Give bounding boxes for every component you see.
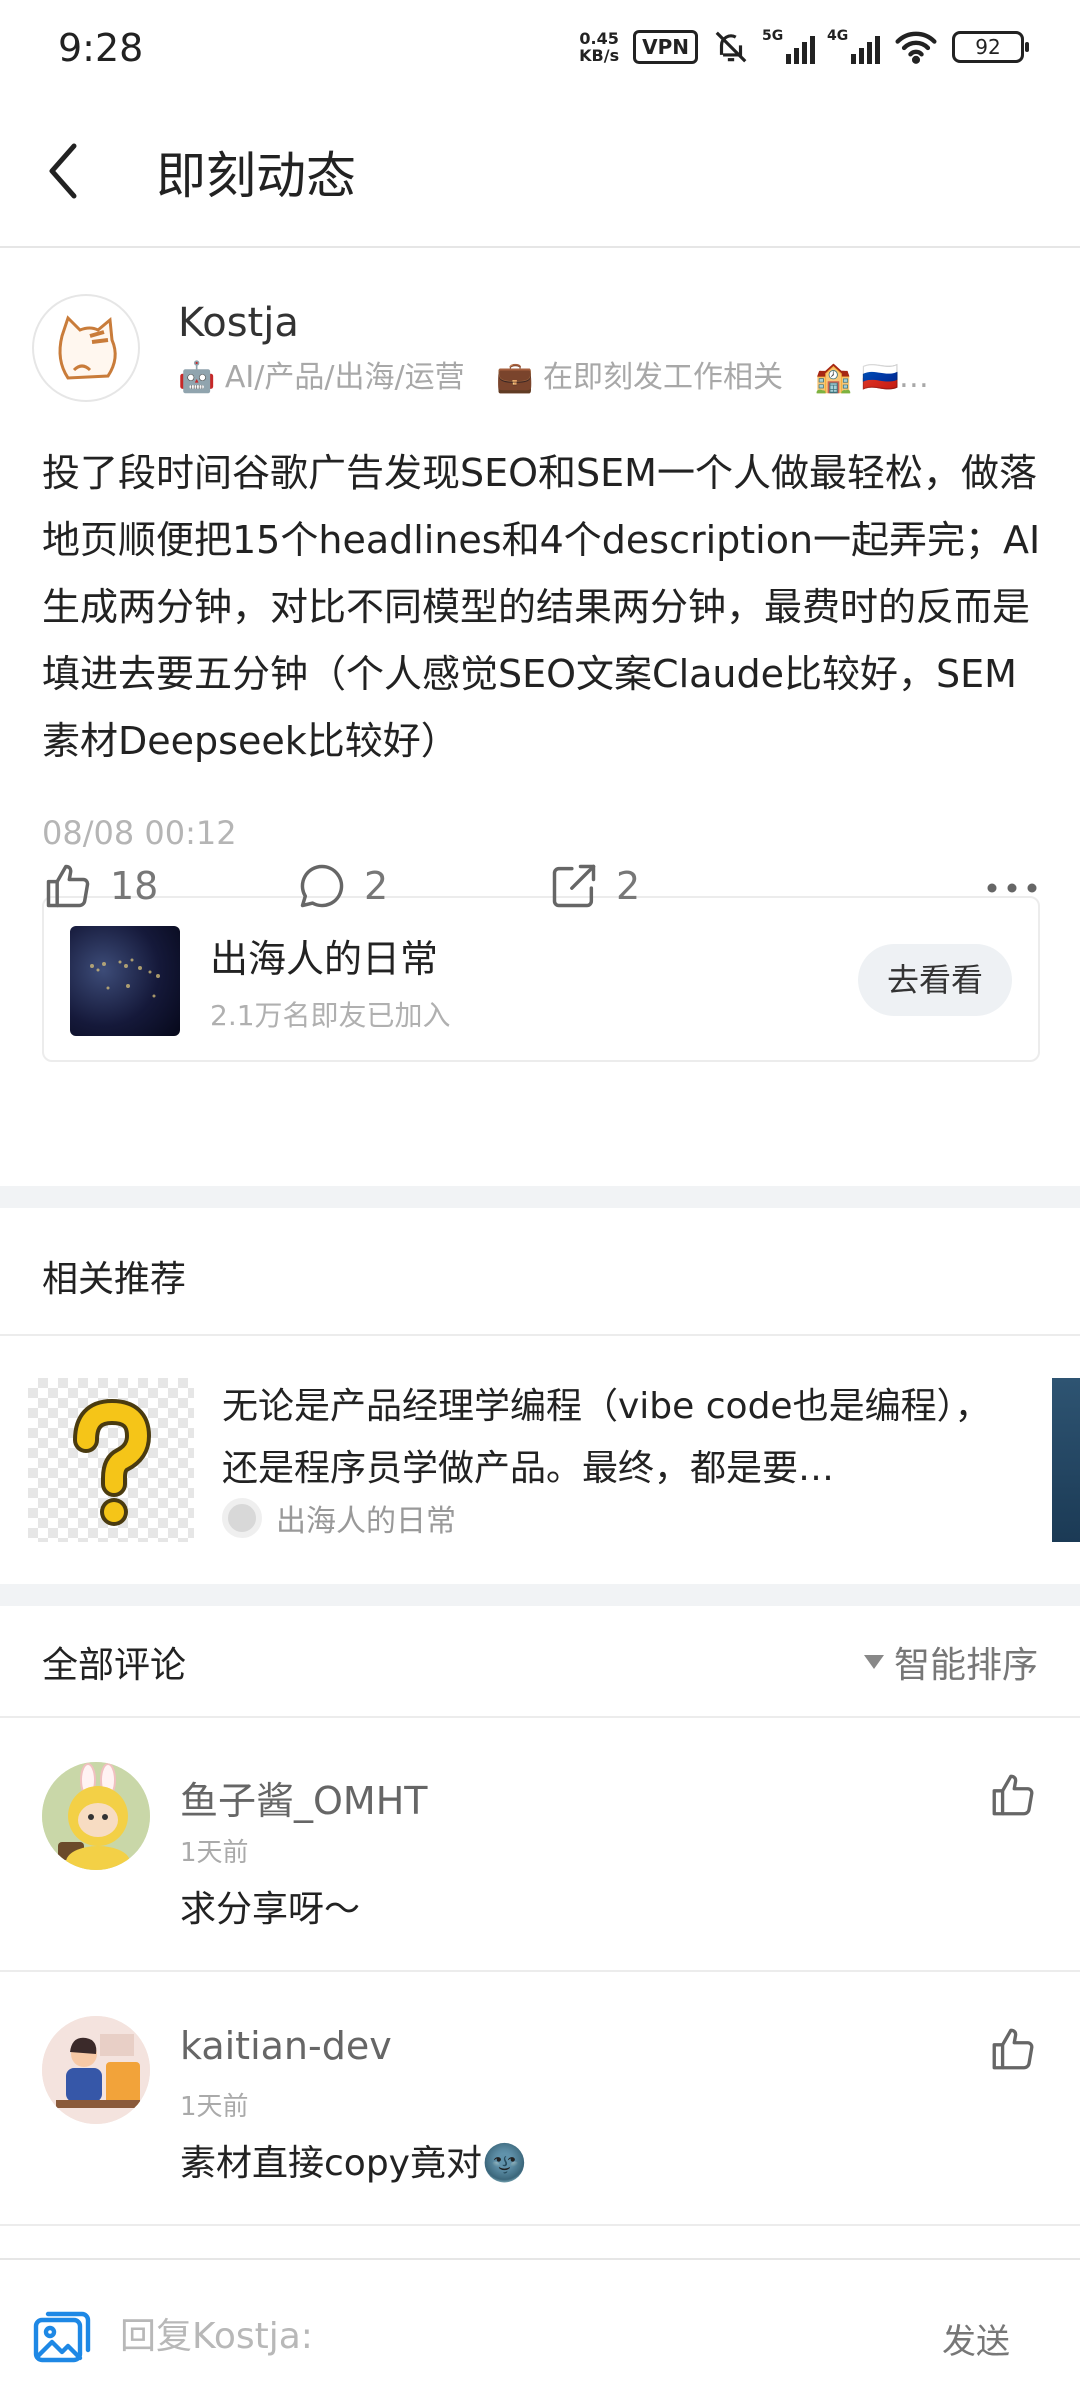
reply-bar: 发送 <box>0 2258 1080 2400</box>
share-icon <box>552 864 596 908</box>
signal-4g-icon: 4G <box>827 28 880 64</box>
commenter-avatar[interactable] <box>42 1762 150 1870</box>
comment-like-icon[interactable] <box>988 1770 1038 1820</box>
mute-bell-icon <box>715 31 747 63</box>
related-thumbnail[interactable] <box>28 1378 194 1542</box>
like-count: 18 <box>110 864 159 908</box>
post-timestamp: 08/08 00:12 <box>42 814 237 852</box>
page-title: 即刻动态 <box>156 147 356 205</box>
reply-input[interactable] <box>120 2296 880 2376</box>
caret-down-icon <box>863 1655 884 1669</box>
share-button[interactable]: 2 <box>548 860 640 912</box>
comment-text: 求分享呀～ <box>180 1889 361 1930</box>
question-mark-icon <box>73 1398 152 1526</box>
comment-count: 2 <box>364 864 389 908</box>
send-button[interactable]: 发送 <box>942 2314 1010 2363</box>
author-tag: 💼 在即刻发工作相关 <box>496 360 784 395</box>
circle-thumbnail <box>70 926 180 1036</box>
author-avatar[interactable] <box>32 294 140 402</box>
source-avatar <box>222 1498 262 1538</box>
related-section-title: 相关推荐 <box>42 1259 187 1300</box>
divider <box>0 2224 1080 2226</box>
comment-text: 素材直接copy竟对🌚 <box>180 2143 527 2184</box>
comment-like-icon[interactable] <box>988 2024 1038 2074</box>
teletubby-avatar-icon <box>42 1762 150 1870</box>
related-next-thumbnail[interactable] <box>1052 1378 1080 1542</box>
sort-dropdown[interactable]: 智能排序 <box>863 1636 1038 1688</box>
image-picker-icon[interactable] <box>32 2308 92 2364</box>
status-bar: 9:28 0.45 KB/s VPN 5G 4G 92 <box>0 0 1080 100</box>
section-separator <box>0 1584 1080 1606</box>
back-arrow-icon[interactable] <box>38 136 98 206</box>
author-tag: 🤖 AI/产品/出海/运营 <box>178 360 465 395</box>
world-map-icon <box>90 958 160 998</box>
section-separator <box>0 1186 1080 1208</box>
comment-bubble-icon <box>300 864 344 908</box>
network-speed: 0.45 KB/s <box>579 29 620 65</box>
commenter-name[interactable]: kaitian-dev <box>180 2024 392 2068</box>
divider <box>0 1716 1080 1718</box>
related-item-text[interactable]: 无论是产品经理学编程（vibe code也是编程），还是程序员学做产品。最终，都… <box>222 1376 1012 1500</box>
comment-time: 1天前 <box>180 2092 249 2122</box>
signal-5g-icon: 5G <box>762 28 815 64</box>
comments-title: 全部评论 <box>42 1645 187 1686</box>
status-icons: 0.45 KB/s VPN 5G 4G 92 <box>579 28 1029 66</box>
more-options-icon[interactable] <box>986 878 1038 898</box>
divider <box>0 1334 1080 1336</box>
status-time: 9:28 <box>58 26 144 70</box>
like-button[interactable]: 18 <box>42 860 158 912</box>
author-tags: 🤖 AI/产品/出海/运营 💼 在即刻发工作相关 🏫 🇷🇺… <box>178 352 1018 396</box>
related-source[interactable]: 出海人的日常 <box>222 1496 456 1540</box>
comment-button[interactable]: 2 <box>296 860 388 912</box>
app-header: 即刻动态 <box>0 100 1080 248</box>
post-actions: 18 2 2 <box>0 850 1080 940</box>
sort-label: 智能排序 <box>893 1645 1038 1686</box>
comment-time: 1天前 <box>180 1838 249 1868</box>
commenter-name[interactable]: 鱼子酱_OMHT <box>180 1770 427 1825</box>
cat-avatar-icon <box>58 315 117 380</box>
visit-circle-button[interactable]: 去看看 <box>858 944 1012 1016</box>
person-desk-avatar-icon <box>42 2016 150 2124</box>
post-body: 投了段时间谷歌广告发现SEO和SEM一个人做最轻松，做落地页顺便把15个head… <box>42 451 1041 763</box>
divider <box>0 1970 1080 1972</box>
author-tag: 🏫 🇷🇺… <box>814 360 929 395</box>
share-count: 2 <box>616 864 641 908</box>
circle-members: 2.1万名即友已加入 <box>210 999 451 1032</box>
battery-icon: 92 <box>952 31 1029 63</box>
author-name[interactable]: Kostja <box>178 300 299 346</box>
thumbs-up-icon <box>46 864 90 908</box>
commenter-avatar[interactable] <box>42 2016 150 2124</box>
vpn-icon: VPN <box>633 30 698 64</box>
wifi-icon <box>895 31 937 64</box>
related-source-name: 出海人的日常 <box>276 1504 456 1539</box>
